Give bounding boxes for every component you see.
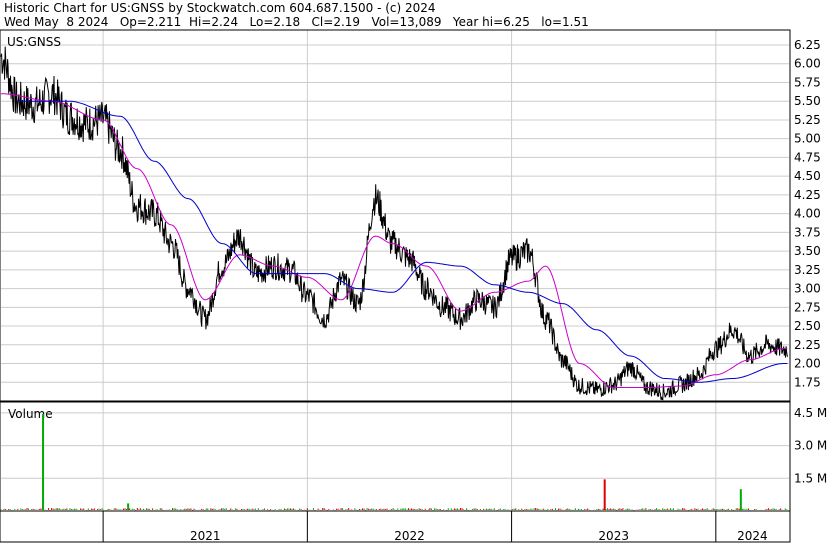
volume-tick-label: 3.0 M <box>794 439 827 453</box>
price-tick-label: 2.50 <box>794 319 821 333</box>
price-tick-label: 4.00 <box>794 207 821 221</box>
date-tick-label: 2021 <box>190 529 221 543</box>
date-axis: 2021 2022 2023 2024 <box>102 511 768 543</box>
date-tick-label: 2023 <box>598 529 629 543</box>
price-grid <box>1 30 789 401</box>
price-tick-label: 5.00 <box>794 132 821 146</box>
price-tick-label: 1.75 <box>794 375 821 389</box>
price-series-line <box>0 46 789 401</box>
price-tick-label: 3.75 <box>794 225 821 239</box>
price-tick-label: 4.25 <box>794 188 821 202</box>
short-moving-average-line <box>1 93 788 388</box>
price-panel-title: US:GNSS <box>7 35 61 49</box>
price-tick-label: 2.25 <box>794 338 821 352</box>
chart-canvas: US:GNSS Volume 6.25 6.00 5.75 5.50 5.25 5.00 4… <box>0 29 827 543</box>
price-tick-label: 6.00 <box>794 57 821 71</box>
price-tick-label: 5.50 <box>794 94 821 108</box>
price-tick-label: 5.25 <box>794 113 821 127</box>
price-tick-label: 3.00 <box>794 282 821 296</box>
price-tick-label: 5.75 <box>794 75 821 89</box>
long-moving-average-line <box>18 100 788 383</box>
price-panel-frame <box>0 29 791 402</box>
price-axis: 6.25 6.00 5.75 5.50 5.25 5.00 4.75 4.50 4.25 4.00… <box>794 38 821 389</box>
price-tick-label: 2.75 <box>794 300 821 314</box>
date-tick-label: 2024 <box>737 529 768 543</box>
volume-tick-label: 1.5 M <box>794 471 827 485</box>
price-tick-label: 3.50 <box>794 244 821 258</box>
volume-tick-label: 4.5 M <box>794 406 827 420</box>
volume-panel-title: Volume <box>8 407 53 421</box>
price-tick-label: 4.75 <box>794 150 821 164</box>
price-tick-label: 3.25 <box>794 263 821 277</box>
volume-panel-frame <box>0 401 791 512</box>
volume-axis: 4.5 M 3.0 M 1.5 M <box>794 406 827 485</box>
price-tick-label: 4.50 <box>794 169 821 183</box>
date-tick-label: 2022 <box>394 529 425 543</box>
volume-bars <box>0 413 788 511</box>
volume-grid <box>1 402 789 511</box>
price-tick-label: 6.25 <box>794 38 821 52</box>
price-tick-label: 2.00 <box>794 357 821 371</box>
